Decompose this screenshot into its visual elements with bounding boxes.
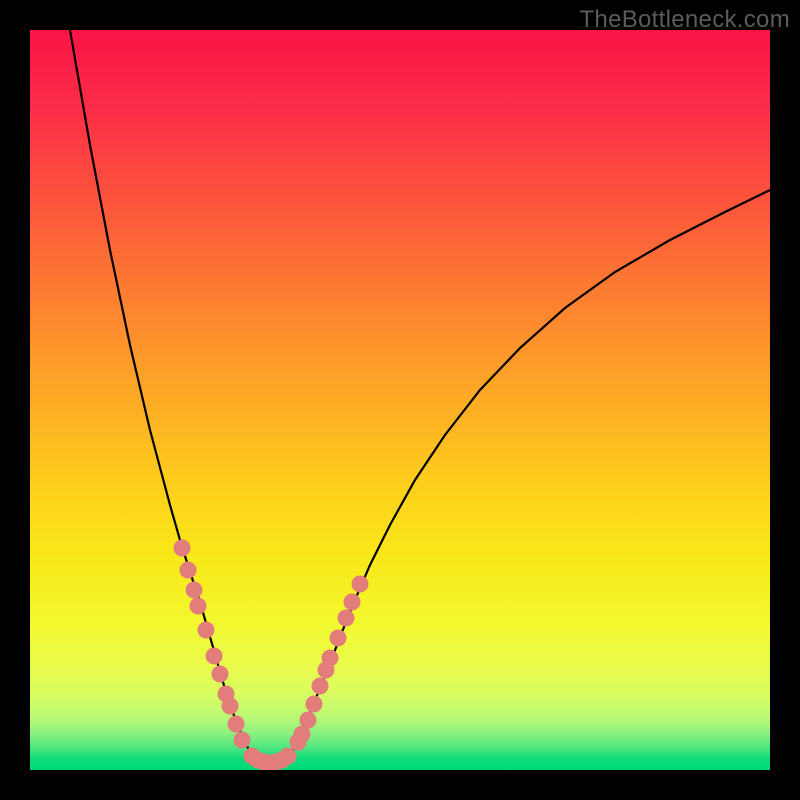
plot-area	[30, 30, 770, 770]
data-dot	[352, 576, 369, 593]
data-dot	[222, 698, 239, 715]
bottleneck-curve	[70, 30, 770, 764]
data-dot	[198, 622, 215, 639]
chart-svg	[30, 30, 770, 770]
data-dot	[338, 610, 355, 627]
data-dots	[174, 540, 369, 771]
data-dot	[306, 696, 323, 713]
data-dot	[174, 540, 191, 557]
data-dot	[234, 732, 251, 749]
data-dot	[228, 716, 245, 733]
data-dot	[186, 582, 203, 599]
data-dot	[190, 598, 207, 615]
data-dot	[344, 594, 361, 611]
data-dot	[312, 678, 329, 695]
chart-frame: TheBottleneck.com	[0, 0, 800, 800]
data-dot	[180, 562, 197, 579]
data-dot	[322, 650, 339, 667]
data-dot	[212, 666, 229, 683]
data-dot	[280, 748, 297, 765]
data-dot	[300, 712, 317, 729]
data-dot	[206, 648, 223, 665]
data-dot	[330, 630, 347, 647]
